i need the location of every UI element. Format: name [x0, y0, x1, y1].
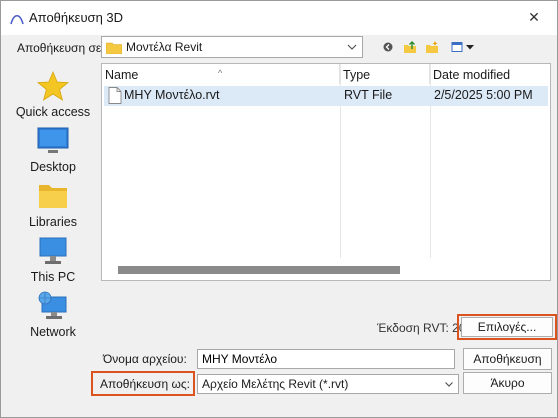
folder-icon: [106, 42, 122, 54]
close-icon: ✕: [528, 8, 540, 25]
up-folder-icon: [404, 41, 416, 53]
back-icon: [383, 42, 393, 52]
place-label: Quick access: [15, 105, 91, 119]
back-button[interactable]: [379, 39, 397, 55]
save-as-type-dropdown[interactable]: Αρχείο Μελέτης Revit (*.rvt): [197, 374, 459, 394]
chevron-down-icon: [445, 382, 453, 387]
star-icon: [36, 71, 70, 101]
folder-icon: [39, 185, 67, 208]
place-libraries[interactable]: Libraries: [9, 177, 97, 231]
column-label: Type: [343, 68, 371, 82]
file-date-cell: 2/5/2025 5:00 PM: [434, 88, 533, 102]
chevron-down-icon: [347, 44, 357, 50]
save-button-label: Αποθήκευση: [473, 352, 542, 366]
place-label: Desktop: [30, 160, 76, 174]
save-button[interactable]: Αποθήκευση: [463, 348, 552, 370]
places-bar: Quick access Desktop Libraries This PC N…: [9, 63, 97, 343]
place-label: Libraries: [29, 215, 77, 229]
new-folder-icon: [426, 41, 438, 53]
file-list[interactable]: ^ Name Type Date modified ΜΗΥ Μοντέλο.rv…: [101, 63, 551, 281]
options-button-label: Επιλογές...: [477, 320, 537, 334]
column-header-type[interactable]: Type: [340, 64, 430, 84]
save-dialog: Αποθήκευση 3D ✕ Αποθήκευση σε: Μοντέλα R…: [0, 0, 558, 418]
computer-icon: [39, 237, 67, 264]
view-menu-button[interactable]: [449, 39, 477, 55]
revit-app-icon: [10, 14, 24, 25]
sort-caret-icon: ^: [218, 68, 223, 78]
options-button[interactable]: Επιλογές...: [461, 317, 553, 337]
file-type-cell: RVT File: [344, 88, 393, 102]
save-as-type-value: Αρχείο Μελέτης Revit (*.rvt): [202, 377, 349, 391]
window-title: Αποθήκευση 3D: [29, 10, 124, 25]
place-network[interactable]: Network: [9, 287, 97, 341]
cancel-button-label: Άκυρο: [490, 376, 525, 390]
column-header-name[interactable]: ^ Name: [102, 64, 340, 84]
column-label: Date modified: [433, 68, 511, 82]
place-label: This PC: [30, 270, 76, 284]
view-menu-icon: [451, 42, 474, 52]
file-row[interactable]: ΜΗΥ Μοντέλο.rvt RVT File 2/5/2025 5:00 P…: [104, 86, 548, 106]
save-in-label: Αποθήκευση σε:: [17, 41, 105, 55]
place-quick-access[interactable]: Quick access: [9, 67, 97, 121]
file-name-label: Όνομα αρχείου:: [103, 352, 187, 366]
file-icon: [108, 87, 122, 104]
new-folder-button[interactable]: [423, 39, 441, 55]
file-name-cell: ΜΗΥ Μοντέλο.rvt: [124, 88, 220, 102]
column-label: Name: [105, 68, 139, 82]
scrollbar-thumb[interactable]: [118, 266, 400, 274]
cancel-button[interactable]: Άκυρο: [463, 372, 552, 394]
network-icon: [38, 291, 67, 319]
place-label: Network: [30, 325, 76, 339]
up-folder-button[interactable]: [401, 39, 419, 55]
title-bar: Αποθήκευση 3D ✕: [1, 1, 557, 35]
close-button[interactable]: ✕: [519, 5, 549, 29]
save-in-value: Μοντέλα Revit: [126, 40, 203, 54]
horizontal-scrollbar[interactable]: [104, 264, 548, 278]
column-header-date[interactable]: Date modified: [430, 64, 550, 84]
place-this-pc[interactable]: This PC: [9, 232, 97, 286]
save-in-dropdown[interactable]: Μοντέλα Revit: [101, 36, 363, 58]
save-as-type-label: Αποθήκευση ως:: [100, 377, 190, 391]
file-name-field[interactable]: [197, 349, 455, 369]
place-desktop[interactable]: Desktop: [9, 122, 97, 176]
desktop-icon: [37, 127, 69, 153]
